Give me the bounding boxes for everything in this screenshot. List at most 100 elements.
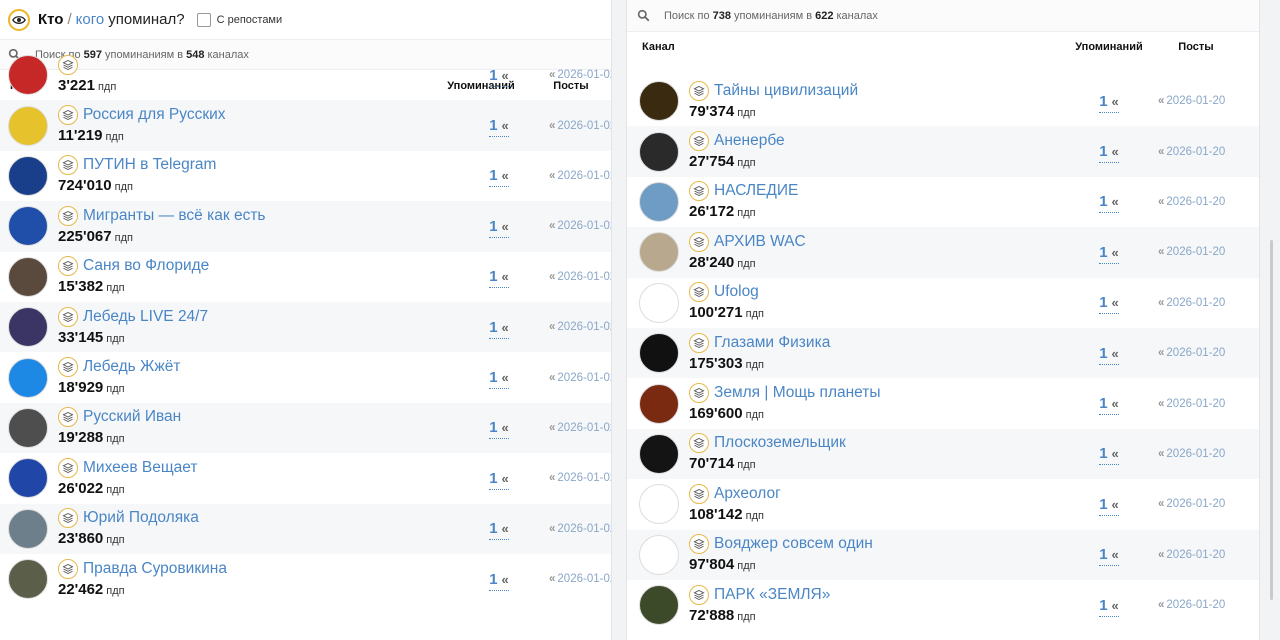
column-channel[interactable]: Канал bbox=[642, 41, 1064, 53]
table-row[interactable]: Мигранты — всё как есть 225'067 пдп 1 ««2026… bbox=[0, 201, 611, 252]
mentions-count-link[interactable]: 1 « bbox=[1064, 496, 1154, 516]
channel-name-link[interactable]: Плоскоземельщик bbox=[714, 434, 846, 452]
post-date[interactable]: 2026-01-20 bbox=[1166, 246, 1225, 258]
post-date-link[interactable]: «2026-01-20 bbox=[1158, 549, 1234, 561]
table-row[interactable]: Юрий Подоляка 23'860 пдп 1 ««2026-01-02 bbox=[0, 503, 611, 554]
post-date[interactable]: 2026-01-02 bbox=[557, 271, 611, 283]
channel-avatar[interactable] bbox=[8, 559, 48, 600]
post-date[interactable]: 2026-01-20 bbox=[1166, 196, 1225, 208]
mentions-count-link[interactable]: 1 « bbox=[454, 268, 544, 289]
post-date-link[interactable]: «2026-01-02 bbox=[549, 523, 611, 535]
search-icon[interactable] bbox=[637, 9, 650, 22]
channel-name-link[interactable]: Лебедь LIVE 24/7 bbox=[83, 308, 208, 326]
channel-name-link[interactable]: Русский Иван bbox=[83, 408, 181, 426]
mentions-count[interactable]: 1 bbox=[489, 67, 497, 84]
channel-name-link[interactable]: Глазами Физика bbox=[714, 334, 830, 352]
post-date-link[interactable]: «2026-01-20 bbox=[1158, 246, 1234, 258]
mentions-count[interactable]: 1 bbox=[1099, 93, 1107, 110]
reposts-checkbox[interactable] bbox=[196, 12, 211, 27]
column-posts[interactable]: Посты bbox=[1158, 41, 1234, 53]
channel-name-link[interactable]: ПАРК «ЗЕМЛЯ» bbox=[714, 586, 830, 604]
mentions-count[interactable]: 1 bbox=[489, 571, 497, 588]
table-row[interactable]: Вояджер совсем один 97'804 пдп 1 ««2026-01-2… bbox=[627, 529, 1259, 580]
table-row[interactable]: ПАРК «ЗЕМЛЯ» 72'888 пдп 1 ««2026-01-20 bbox=[627, 580, 1259, 630]
channel-avatar[interactable] bbox=[8, 105, 48, 146]
table-row[interactable]: Лебедь Жжёт 18'929 пдп 1 ««2026-01-02 bbox=[0, 352, 611, 402]
eye-icon[interactable] bbox=[8, 8, 30, 31]
mentions-count-link[interactable]: 1 « bbox=[454, 520, 544, 541]
table-row[interactable]: Глазами Физика 175'303 пдп 1 ««2026-01-20 bbox=[627, 327, 1259, 379]
post-date-link[interactable]: «2026-01-02 bbox=[549, 120, 611, 132]
channel-avatar[interactable] bbox=[639, 232, 679, 273]
channel-avatar[interactable] bbox=[639, 383, 679, 424]
mentions-count-link[interactable]: 1 « bbox=[454, 419, 544, 440]
post-date[interactable]: 2026-01-20 bbox=[1166, 95, 1225, 107]
mentions-count[interactable]: 1 bbox=[489, 520, 497, 537]
mentions-count[interactable]: 1 bbox=[1099, 345, 1107, 362]
channel-avatar[interactable] bbox=[639, 484, 679, 525]
table-row[interactable]: АРХИВ WAC 28'240 пдп 1 ««2026-01-20 bbox=[627, 227, 1259, 278]
channel-avatar[interactable] bbox=[639, 282, 679, 323]
table-row[interactable]: Лебедь LIVE 24/7 33'145 пдп 1 ««2026-01-02 bbox=[0, 301, 611, 353]
post-date-link[interactable]: «2026-01-20 bbox=[1158, 146, 1234, 158]
channel-avatar[interactable] bbox=[8, 357, 48, 398]
channel-name-link[interactable]: Аненербе bbox=[714, 132, 785, 150]
mentions-count[interactable]: 1 bbox=[1099, 546, 1107, 563]
table-row[interactable]: Россия для Русских 11'219 пдп 1 ««2026-01-02 bbox=[0, 100, 611, 151]
post-date[interactable]: 2026-01-20 bbox=[1166, 448, 1225, 460]
post-date-link[interactable]: «2026-01-02 bbox=[549, 69, 611, 81]
post-date-link[interactable]: «2026-01-20 bbox=[1158, 347, 1234, 359]
table-row[interactable]: Археолог 108'142 пдп 1 ««2026-01-20 bbox=[627, 479, 1259, 529]
post-date-link[interactable]: «2026-01-20 bbox=[1158, 448, 1234, 460]
post-date[interactable]: 2026-01-02 bbox=[557, 472, 611, 484]
channel-avatar[interactable] bbox=[8, 55, 48, 96]
post-date-link[interactable]: «2026-01-02 bbox=[549, 170, 611, 182]
header-who[interactable]: Кто bbox=[38, 11, 63, 28]
post-date-link[interactable]: «2026-01-02 bbox=[549, 573, 611, 585]
mentions-count-link[interactable]: 1 « bbox=[1064, 546, 1154, 567]
channel-avatar[interactable] bbox=[639, 433, 679, 474]
mentions-count[interactable]: 1 bbox=[489, 268, 497, 285]
channel-name-link[interactable]: Вояджер совсем один bbox=[714, 535, 873, 553]
post-date[interactable]: 2026-01-20 bbox=[1166, 297, 1225, 309]
channel-name-link[interactable]: НАСЛЕДИЕ bbox=[714, 182, 798, 200]
table-row[interactable]: НАСЛЕДИЕ 26'172 пдп 1 ««2026-01-20 bbox=[627, 177, 1259, 227]
mentions-count-link[interactable]: 1 « bbox=[1064, 244, 1154, 264]
table-row[interactable]: 3'221 пдп 1 ««2026-01-02 bbox=[0, 50, 611, 100]
post-date[interactable]: 2026-01-02 bbox=[557, 321, 611, 333]
post-date-link[interactable]: «2026-01-20 bbox=[1158, 599, 1234, 611]
table-row[interactable]: Ufolog 100'271 пдп 1 ««2026-01-20 bbox=[627, 278, 1259, 328]
mentions-count[interactable]: 1 bbox=[1099, 395, 1107, 412]
mentions-count-link[interactable]: 1 « bbox=[454, 470, 544, 490]
mentions-count-link[interactable]: 1 « bbox=[454, 218, 544, 238]
table-row[interactable]: Русский Иван 19'288 пдп 1 ««2026-01-02 bbox=[0, 402, 611, 454]
table-row[interactable]: Правда Суровикина 22'462 пдп 1 ««2026-01-02 bbox=[0, 554, 611, 604]
channel-avatar[interactable] bbox=[639, 181, 679, 222]
channel-name-link[interactable]: Ufolog bbox=[714, 283, 759, 301]
channel-name-link[interactable]: Саня во Флориде bbox=[83, 257, 209, 275]
channel-avatar[interactable] bbox=[639, 81, 679, 122]
mentions-count-link[interactable]: 1 « bbox=[454, 167, 544, 188]
post-date[interactable]: 2026-01-02 bbox=[557, 372, 611, 384]
mentions-count[interactable]: 1 bbox=[489, 117, 497, 134]
mentions-count-link[interactable]: 1 « bbox=[1064, 143, 1154, 164]
column-mentions[interactable]: Упоминаний bbox=[1064, 41, 1154, 53]
mentions-count-link[interactable]: 1 « bbox=[454, 67, 544, 87]
post-date[interactable]: 2026-01-20 bbox=[1166, 549, 1225, 561]
channel-avatar[interactable] bbox=[8, 155, 48, 196]
post-date[interactable]: 2026-01-20 bbox=[1166, 498, 1225, 510]
mentions-count-link[interactable]: 1 « bbox=[454, 369, 544, 390]
mentions-count[interactable]: 1 bbox=[1099, 193, 1107, 210]
post-date-link[interactable]: «2026-01-20 bbox=[1158, 196, 1234, 208]
header-whom-link[interactable]: кого bbox=[76, 11, 105, 28]
table-row[interactable]: ПУТИН в Telegram 724'010 пдп 1 ««2026-01-02 bbox=[0, 151, 611, 201]
post-date[interactable]: 2026-01-02 bbox=[557, 573, 611, 585]
channel-avatar[interactable] bbox=[8, 307, 48, 348]
channel-avatar[interactable] bbox=[8, 407, 48, 448]
mentions-count[interactable]: 1 bbox=[1099, 597, 1107, 614]
table-row[interactable]: Плоскоземельщик 70'714 пдп 1 ««2026-01-20 bbox=[627, 428, 1259, 480]
table-row[interactable]: Саня во Флориде 15'382 пдп 1 ««2026-01-02 bbox=[0, 252, 611, 302]
mentions-count[interactable]: 1 bbox=[1099, 294, 1107, 311]
table-row[interactable]: Земля | Мощь планеты 169'600 пдп 1 ««2026-01… bbox=[627, 378, 1259, 428]
channel-avatar[interactable] bbox=[8, 206, 48, 247]
